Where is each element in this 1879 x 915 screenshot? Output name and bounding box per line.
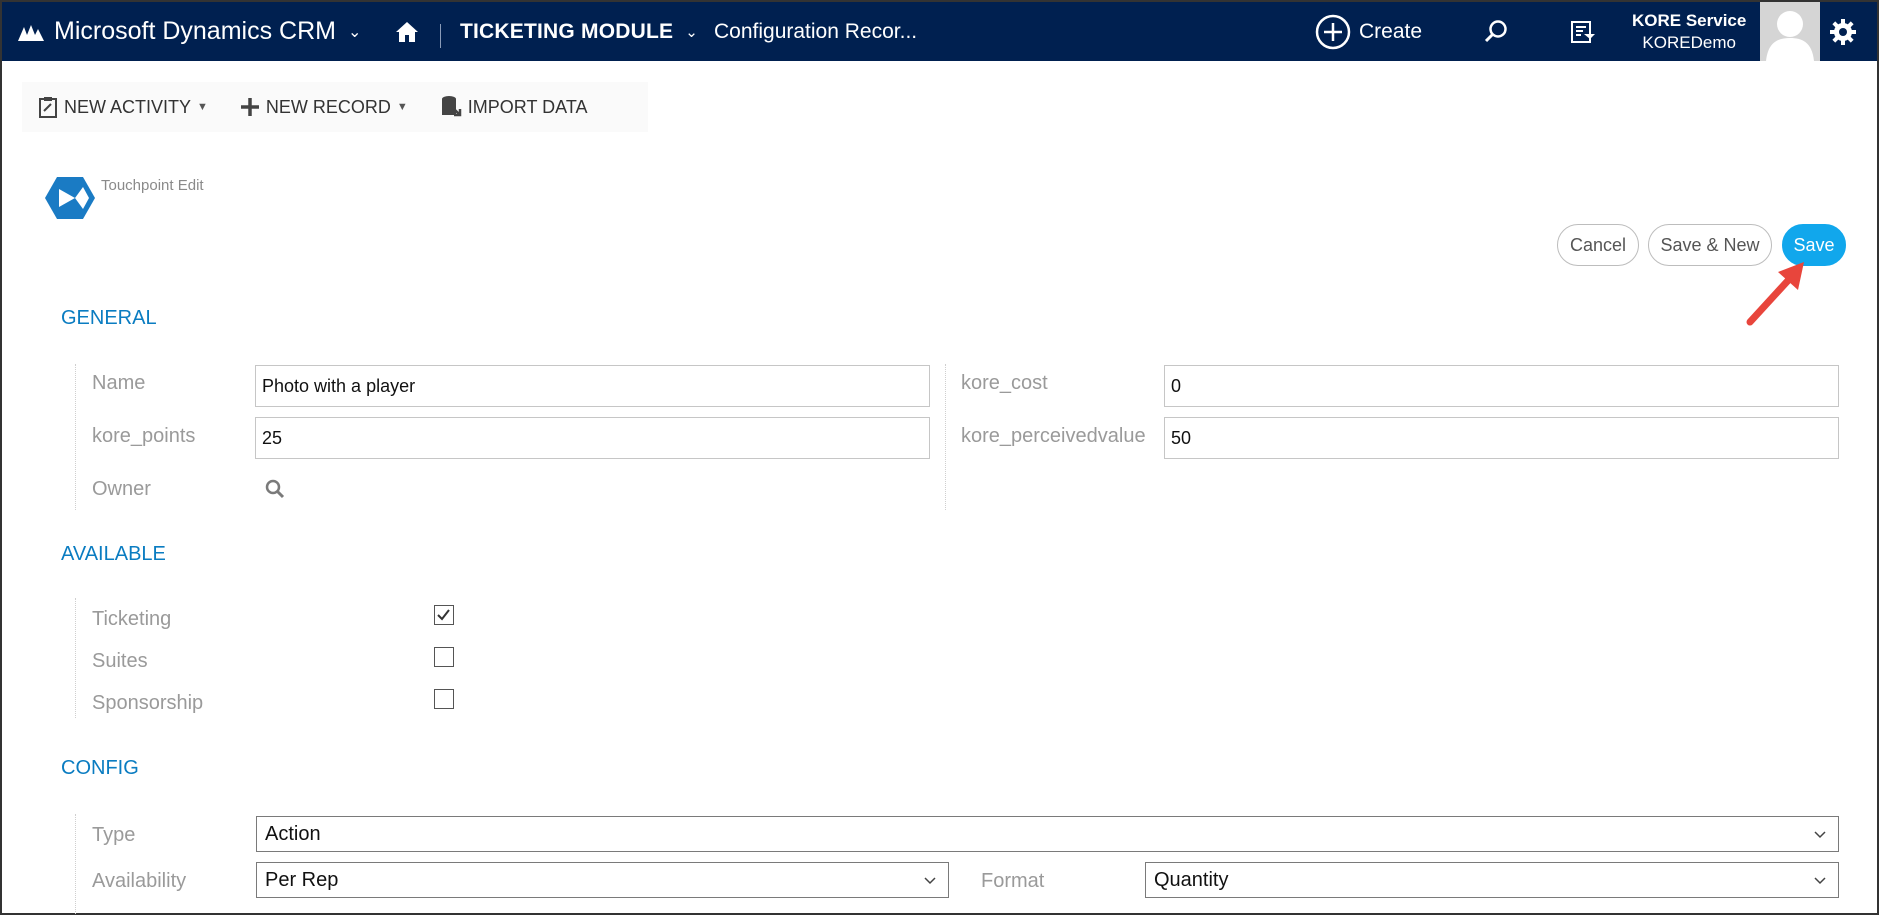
suites-checkbox[interactable] <box>434 647 454 667</box>
name-field[interactable]: Photo with a player <box>255 365 930 407</box>
search-button[interactable] <box>1482 2 1510 61</box>
new-record-button[interactable]: NEW RECORD ▼ <box>240 97 408 118</box>
new-record-label: NEW RECORD <box>265 96 391 117</box>
section-config-title: CONFIG <box>61 757 139 779</box>
import-data-button[interactable]: IMPORT DATA <box>440 95 588 119</box>
caret-down-icon: ▼ <box>396 101 408 113</box>
name-label: Name <box>92 372 146 394</box>
chevron-down-icon: ⌄ <box>347 23 362 41</box>
owner-label: Owner <box>92 478 151 500</box>
create-label: Create <box>1359 19 1423 43</box>
caret-down-icon: ▼ <box>197 101 208 113</box>
type-selected-value: Action <box>265 822 321 845</box>
kore-perceivedvalue-field[interactable]: 50 <box>1164 417 1839 459</box>
touchpoint-entity-icon <box>45 175 95 226</box>
home-icon <box>396 21 418 42</box>
clipboard-icon <box>39 97 57 118</box>
plus-circle-icon <box>1315 14 1351 49</box>
dynamics-logo-icon <box>18 24 44 41</box>
plus-icon <box>240 98 259 116</box>
availability-selected-value: Per Rep <box>265 868 339 891</box>
user-info[interactable]: KORE Service KOREDemo <box>1632 2 1746 61</box>
chevron-down-icon <box>1814 831 1826 839</box>
gear-icon <box>1830 18 1856 45</box>
module-title: TICKETING MODULE <box>460 19 674 43</box>
form-title: Touchpoint Edit <box>101 177 204 194</box>
section-divider <box>75 814 76 914</box>
import-data-label: IMPORT DATA <box>467 96 588 117</box>
format-select[interactable]: Quantity <box>1145 862 1839 898</box>
advanced-find-button[interactable] <box>1569 2 1597 61</box>
nav-separator <box>440 24 441 48</box>
owner-lookup[interactable] <box>264 478 286 505</box>
format-selected-value: Quantity <box>1154 868 1229 891</box>
section-general-title: GENERAL <box>61 307 157 329</box>
type-label: Type <box>92 824 136 846</box>
module-menu[interactable]: TICKETING MODULE ⌄ <box>460 2 698 61</box>
kore-points-label: kore_points <box>92 425 196 447</box>
sponsorship-checkbox[interactable] <box>434 689 454 709</box>
settings-button[interactable] <box>1828 2 1858 61</box>
brand-title: Microsoft Dynamics CRM <box>54 17 336 45</box>
kore-perceivedvalue-label: kore_perceivedvalue <box>961 425 1146 447</box>
new-activity-label: NEW ACTIVITY <box>64 96 192 117</box>
kore-cost-label: kore_cost <box>961 372 1048 394</box>
availability-select[interactable]: Per Rep <box>256 862 949 898</box>
search-icon <box>1484 19 1507 42</box>
ticketing-label: Ticketing <box>92 608 172 630</box>
section-divider <box>75 598 76 718</box>
checkmark-icon <box>437 609 450 621</box>
section-available-title: AVAILABLE <box>61 543 166 565</box>
availability-label: Availability <box>92 870 187 892</box>
import-database-icon <box>441 96 462 117</box>
column-divider <box>945 364 946 510</box>
cancel-button[interactable]: Cancel <box>1557 224 1639 266</box>
chevron-down-icon <box>1814 877 1826 885</box>
home-button[interactable] <box>394 2 420 61</box>
search-icon <box>265 479 285 499</box>
new-activity-button[interactable]: NEW ACTIVITY ▼ <box>38 96 208 118</box>
section-divider <box>75 364 76 510</box>
format-label: Format <box>981 870 1045 892</box>
chevron-down-icon: ⌄ <box>685 23 698 41</box>
create-button[interactable]: Create <box>1315 2 1422 61</box>
kore-points-field[interactable]: 25 <box>255 417 930 459</box>
avatar[interactable] <box>1760 2 1820 61</box>
breadcrumb[interactable]: Configuration Recor... <box>714 2 917 61</box>
type-select[interactable]: Action <box>256 816 1839 852</box>
user-organization: KOREDemo <box>1642 32 1736 52</box>
user-name: KORE Service <box>1632 10 1747 30</box>
sponsorship-label: Sponsorship <box>92 692 204 714</box>
ticketing-checkbox[interactable] <box>434 605 454 625</box>
filter-list-icon <box>1571 20 1595 43</box>
kore-cost-field[interactable]: 0 <box>1164 365 1839 407</box>
suites-label: Suites <box>92 650 148 672</box>
chevron-down-icon <box>924 877 936 885</box>
annotation-arrow-icon <box>1746 262 1804 326</box>
top-navigation-bar: Microsoft Dynamics CRM ⌄ TICKETING MODUL… <box>2 2 1877 61</box>
user-avatar-icon <box>1766 11 1814 61</box>
brand-menu[interactable]: Microsoft Dynamics CRM ⌄ <box>16 2 361 61</box>
command-bar: NEW ACTIVITY ▼ NEW RECORD ▼ IMPORT DATA <box>22 82 648 132</box>
